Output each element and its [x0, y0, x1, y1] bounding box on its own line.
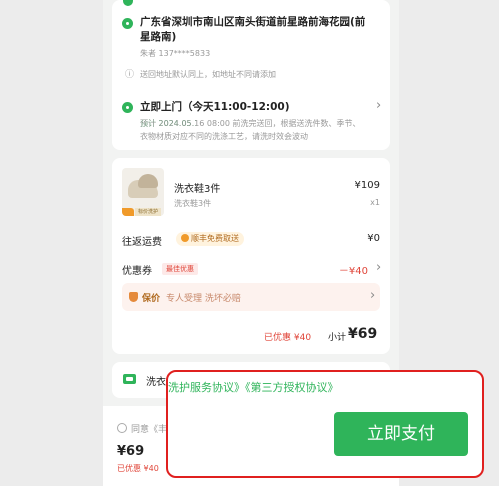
- location-pin-icon: [122, 18, 133, 29]
- clock-icon: [122, 102, 133, 113]
- goods-subtitle: 洗衣鞋3件: [174, 199, 212, 208]
- top-marker-icon: [123, 0, 133, 6]
- address-notice: 送回地址默认同上，如地址不同请添加: [140, 70, 276, 79]
- contact-info: 朱者 137****5833: [140, 49, 211, 58]
- shipping-pill: 顺丰免费取送: [176, 232, 244, 246]
- estimate-line-2: 衣物材质对应不同的洗涤工艺，请洗时效会波动: [140, 132, 308, 141]
- summary-discount: 已优惠 ¥40: [264, 333, 312, 343]
- goods-card: 标价洗护 洗衣鞋3件 ¥109 洗衣鞋3件 x1 往返运费 顺丰免费取送 ¥0 …: [112, 158, 390, 354]
- thumb-tag-badge: [122, 208, 134, 216]
- sf-icon: [181, 234, 189, 242]
- total-discount: 已优惠 ¥40: [117, 464, 159, 473]
- address-line-1: 广东省深圳市南山区南头街道前星路前海花园(前: [140, 16, 366, 28]
- shipping-label: 往返运费: [122, 237, 162, 248]
- subtotal-label: 小计: [328, 333, 347, 343]
- wash-label: 洗衣: [146, 377, 166, 388]
- info-icon: ⓘ: [125, 70, 135, 80]
- agree-text[interactable]: 同意《丰: [131, 422, 167, 435]
- pay-now-button[interactable]: 立即支付: [334, 412, 468, 456]
- chevron-right-icon[interactable]: ›: [376, 98, 381, 113]
- payment-highlight-box: 洗护服务协议》《第三方授权协议》 立即支付: [166, 370, 484, 478]
- address-card[interactable]: 广东省深圳市南山区南头街道前星路前海花园(前 星路南) 朱者 137****58…: [112, 0, 390, 150]
- shoe-image-back: [138, 174, 158, 188]
- goods-thumbnail: 标价洗护: [122, 168, 164, 216]
- best-deal-badge: 最佳优惠: [162, 263, 198, 275]
- coupon-value[interactable]: －¥40: [339, 262, 368, 277]
- shipping-value: ¥0: [367, 233, 380, 244]
- protection-chevron-icon[interactable]: ›: [370, 288, 375, 303]
- subtotal-value: ¥69: [348, 326, 378, 342]
- protection-label: 保价: [142, 294, 161, 304]
- goods-name: 洗衣鞋3件: [174, 184, 221, 195]
- protection-row[interactable]: 保价 专人受理 洗坏必赔 ›: [122, 283, 380, 311]
- coupon-chevron-icon[interactable]: ›: [376, 260, 381, 275]
- goods-price: ¥109: [354, 180, 380, 191]
- thumb-tag-label: 标价洗护: [135, 208, 161, 216]
- protection-desc: 专人受理 洗坏必赔: [166, 294, 241, 304]
- agree-checkbox[interactable]: [117, 423, 127, 433]
- goods-qty: x1: [370, 198, 380, 207]
- shield-icon: [129, 292, 138, 302]
- estimate-line-1: 预计 2024.05.16 08:00 前洗完送回，根据送洗件数、季节、: [140, 119, 361, 128]
- pickup-title[interactable]: 立即上门（今天11:00-12:00): [140, 99, 290, 114]
- agreement-links[interactable]: 洗护服务协议》《第三方授权协议》: [168, 379, 339, 395]
- total-price: ¥69: [117, 444, 145, 459]
- wash-icon: [123, 374, 136, 384]
- address-line-2: 星路南): [140, 31, 177, 43]
- coupon-label[interactable]: 优惠券: [122, 262, 152, 277]
